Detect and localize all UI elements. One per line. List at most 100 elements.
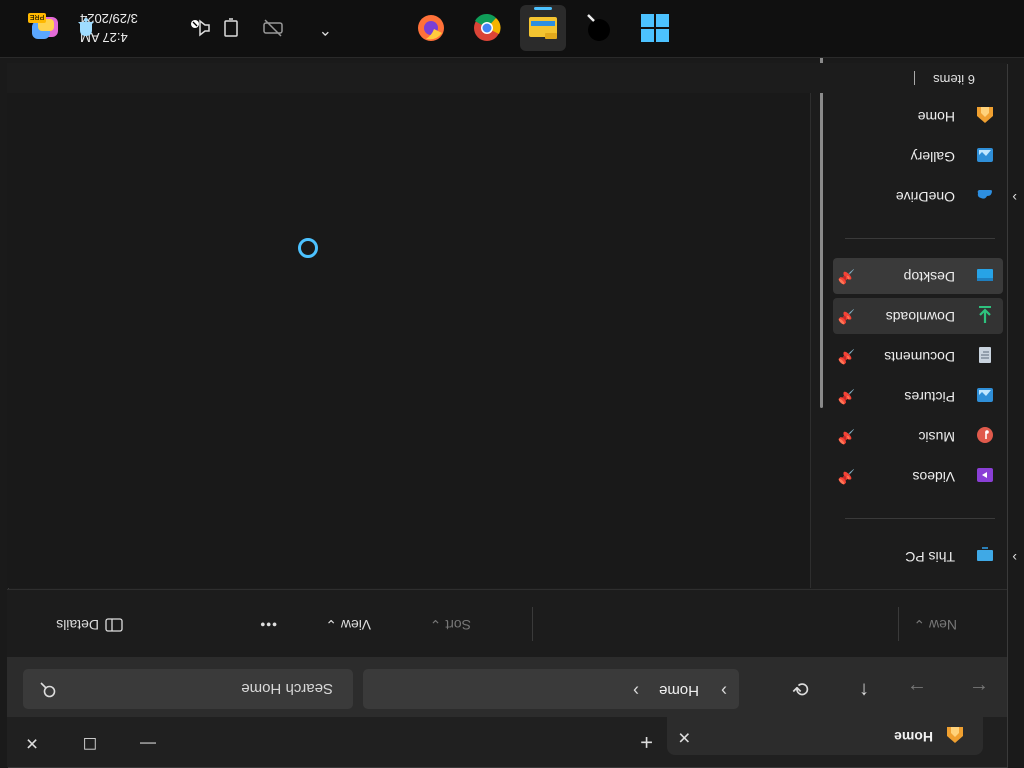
minimize-icon: — bbox=[140, 735, 156, 752]
title-bar: Home ✕ + — ☐ ✕ bbox=[7, 715, 1007, 767]
tray-overflow-chevron-icon[interactable]: ⌃ bbox=[319, 19, 332, 39]
pin-icon[interactable]: 📌 bbox=[838, 308, 855, 325]
status-bar: 6 items bbox=[7, 63, 1007, 93]
videos-folder-icon bbox=[977, 468, 993, 482]
home-tab-icon bbox=[947, 727, 963, 743]
toolbar-divider bbox=[898, 607, 899, 641]
taskbar-app-file-explorer[interactable] bbox=[520, 5, 566, 51]
minimize-button[interactable]: — bbox=[125, 727, 171, 759]
chevron-right-icon[interactable]: › bbox=[1012, 550, 1017, 566]
breadcrumb[interactable]: › Home › bbox=[363, 669, 739, 709]
sidebar-item-label: Desktop bbox=[903, 269, 955, 285]
view-label: View bbox=[340, 617, 371, 633]
chevron-right-icon[interactable]: › bbox=[1012, 190, 1017, 206]
sidebar-item-this-pc[interactable]: › This PC bbox=[833, 538, 1017, 574]
more-options-icon[interactable]: ••• bbox=[259, 617, 277, 633]
command-bar: New ⌄ Sort ⌄ View ⌄ ••• Details bbox=[7, 589, 1007, 657]
pane-divider[interactable] bbox=[810, 93, 811, 588]
file-list-area[interactable] bbox=[7, 93, 810, 588]
tab-home[interactable]: Home ✕ bbox=[667, 715, 983, 755]
sidebar-item-label: OneDrive bbox=[895, 189, 955, 205]
downloads-folder-icon bbox=[979, 306, 991, 323]
sidebar-item-home[interactable]: Home bbox=[833, 98, 1003, 134]
battery-plug-icon[interactable] bbox=[220, 17, 242, 39]
network-disconnected-icon[interactable] bbox=[262, 19, 284, 39]
search-icon bbox=[40, 682, 56, 698]
taskbar: ⌃ 4:27 AM 3/29/2024 PRE bbox=[0, 0, 1024, 58]
sidebar-item-label: Gallery bbox=[910, 149, 955, 165]
sidebar-item-pictures[interactable]: Pictures 📌 bbox=[833, 378, 1003, 414]
pictures-folder-icon bbox=[977, 388, 993, 402]
sidebar-item-videos[interactable]: Videos 📌 bbox=[833, 458, 1003, 494]
sidebar-item-documents[interactable]: Documents 📌 bbox=[833, 338, 1003, 374]
maximize-button[interactable]: ☐ bbox=[67, 727, 113, 759]
chevron-down-icon: ⌄ bbox=[913, 617, 926, 633]
details-label: Details bbox=[56, 617, 99, 633]
sidebar-item-label: Pictures bbox=[904, 389, 955, 405]
tab-close-icon[interactable]: ✕ bbox=[678, 727, 691, 747]
sidebar-item-label: Home bbox=[917, 109, 955, 125]
breadcrumb-home[interactable]: Home bbox=[659, 682, 699, 699]
forward-icon[interactable]: → bbox=[907, 678, 927, 701]
desktop-screen: Home ✕ + — ☐ ✕ ← → ↑ ⟳ › Home › Search H… bbox=[0, 0, 1024, 768]
sidebar-item-label: Downloads bbox=[885, 309, 955, 325]
address-bar: ← → ↑ ⟳ › Home › bbox=[7, 657, 1007, 717]
maximize-icon: ☐ bbox=[82, 734, 98, 751]
svg-text:PRE: PRE bbox=[29, 13, 44, 20]
sidebar-divider bbox=[845, 518, 995, 519]
sidebar-item-downloads[interactable]: Downloads 📌 bbox=[833, 298, 1003, 334]
sort-label: Sort bbox=[445, 617, 471, 633]
pin-icon[interactable]: 📌 bbox=[838, 428, 855, 445]
close-button[interactable]: ✕ bbox=[9, 727, 55, 759]
taskbar-app-firefox[interactable] bbox=[408, 5, 454, 51]
search-input[interactable] bbox=[73, 677, 333, 701]
file-explorer-window: Home ✕ + — ☐ ✕ ← → ↑ ⟳ › Home › Search H… bbox=[7, 8, 1017, 768]
up-icon[interactable]: ↑ bbox=[859, 678, 869, 701]
breadcrumb-chevron-icon[interactable]: › bbox=[721, 680, 727, 701]
sidebar-divider bbox=[845, 238, 995, 239]
new-tab-icon[interactable]: + bbox=[640, 730, 653, 755]
copilot-icon[interactable]: PRE bbox=[24, 11, 64, 43]
item-count: 6 items bbox=[933, 72, 975, 87]
chevron-down-icon: ⌄ bbox=[325, 617, 338, 633]
sidebar-item-gallery[interactable]: Gallery bbox=[833, 138, 1003, 174]
refresh-icon[interactable]: ⟳ bbox=[792, 676, 809, 701]
this-pc-icon bbox=[977, 547, 993, 561]
paint-app-icon bbox=[587, 14, 610, 41]
back-icon[interactable]: ← bbox=[969, 678, 989, 701]
loading-spinner-icon bbox=[298, 238, 318, 258]
volume-muted-icon[interactable] bbox=[190, 17, 212, 39]
sidebar-item-label: Videos bbox=[912, 469, 955, 485]
close-icon: ✕ bbox=[25, 734, 39, 751]
start-icon bbox=[641, 14, 669, 42]
details-pane-icon bbox=[105, 618, 123, 632]
breadcrumb-chevron-icon[interactable]: › bbox=[633, 680, 639, 701]
sidebar-item-onedrive[interactable]: › OneDrive bbox=[833, 178, 1017, 214]
sidebar-item-desktop[interactable]: Desktop 📌 bbox=[833, 258, 1003, 294]
sidebar-item-music[interactable]: Music 📌 bbox=[833, 418, 1003, 454]
pin-icon[interactable]: 📌 bbox=[838, 348, 855, 365]
firefox-icon bbox=[418, 15, 444, 41]
pin-icon[interactable]: 📌 bbox=[838, 388, 855, 405]
gallery-icon bbox=[977, 148, 993, 162]
navigation-pane: › This PC Videos 📌 Music 📌 Pictures 📌 Do… bbox=[811, 8, 1017, 588]
music-folder-icon bbox=[977, 427, 993, 443]
taskbar-app-paint[interactable] bbox=[576, 5, 622, 51]
notification-bell-icon[interactable] bbox=[76, 17, 96, 39]
search-box[interactable] bbox=[23, 669, 353, 709]
sort-button[interactable]: Sort ⌄ bbox=[430, 616, 471, 633]
toolbar-divider bbox=[532, 607, 533, 641]
chrome-icon bbox=[474, 13, 501, 41]
desktop-folder-icon bbox=[977, 269, 993, 281]
onedrive-icon bbox=[977, 190, 992, 199]
pin-icon[interactable]: 📌 bbox=[838, 468, 855, 485]
details-button[interactable]: Details bbox=[56, 617, 123, 633]
sidebar-item-label: Documents bbox=[884, 349, 955, 365]
file-explorer-icon bbox=[529, 17, 557, 39]
pin-icon[interactable]: 📌 bbox=[838, 268, 855, 285]
taskbar-app-chrome[interactable] bbox=[464, 5, 510, 51]
view-button[interactable]: View ⌄ bbox=[325, 616, 371, 633]
home-icon bbox=[977, 107, 993, 123]
start-button[interactable] bbox=[632, 5, 678, 51]
new-button[interactable]: New ⌄ bbox=[913, 616, 957, 633]
